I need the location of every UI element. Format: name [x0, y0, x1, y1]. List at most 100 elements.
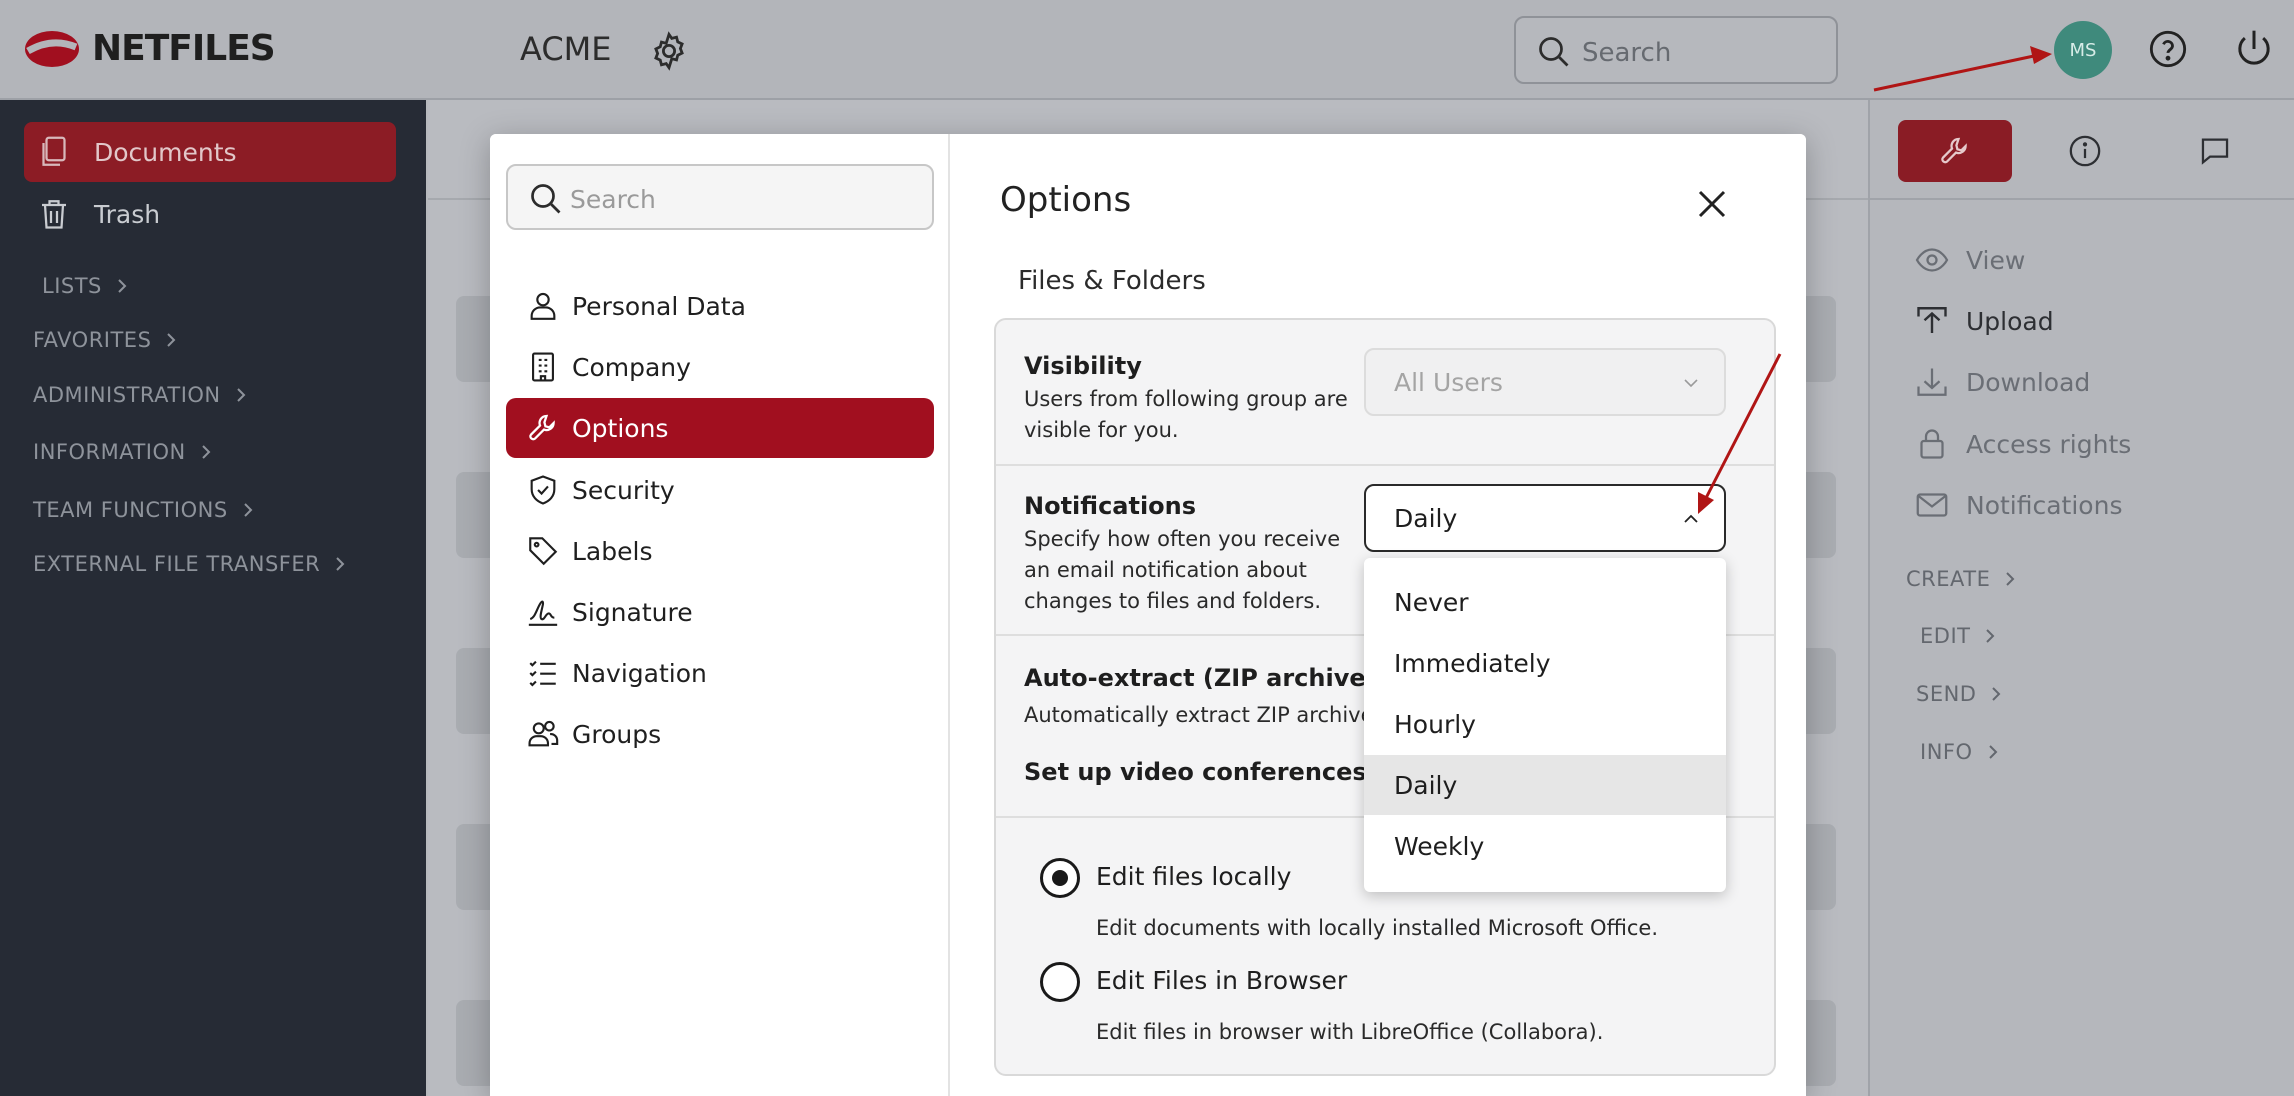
- sidebar-section-information[interactable]: INFORMATION: [33, 440, 212, 464]
- nav-item-labels[interactable]: Labels: [506, 521, 934, 581]
- notifications-select[interactable]: Daily: [1364, 484, 1726, 552]
- option-label: Daily: [1394, 770, 1458, 800]
- help-icon[interactable]: [2148, 29, 2188, 69]
- nav-item-label: Navigation: [572, 658, 707, 688]
- person-icon: [530, 292, 556, 320]
- chevron-right-icon: [2006, 572, 2015, 586]
- chevron-up-icon: [1684, 514, 1698, 523]
- nav-item-groups[interactable]: Groups: [506, 704, 934, 764]
- options-nav: Search Personal Data Company Options Sec…: [490, 134, 950, 1096]
- video-conference-label: Set up video conferences: [1024, 758, 1367, 786]
- action-access-rights[interactable]: Access rights: [1914, 426, 2131, 462]
- options-search-placeholder: Search: [570, 185, 656, 214]
- section-label: LISTS: [42, 274, 102, 298]
- sidebar-item-documents[interactable]: Documents: [24, 122, 396, 182]
- netfiles-logo[interactable]: NETFILES: [24, 28, 276, 69]
- power-icon[interactable]: [2234, 27, 2274, 71]
- tab-tools[interactable]: [1898, 120, 2012, 182]
- action-section-info[interactable]: INFO: [1920, 740, 1999, 764]
- edit-in-browser-radio[interactable]: [1040, 962, 1080, 1002]
- notifications-value: Daily: [1394, 503, 1458, 533]
- workspace-name[interactable]: ACME: [520, 30, 612, 68]
- options-search-input[interactable]: Search: [506, 164, 934, 230]
- edit-locally-radio[interactable]: [1040, 858, 1080, 898]
- sidebar-section-external-file-transfer[interactable]: EXTERNAL FILE TRANSFER: [33, 552, 346, 576]
- option-hourly[interactable]: Hourly: [1364, 694, 1726, 754]
- action-upload[interactable]: Upload: [1914, 303, 2054, 339]
- mail-icon: [1916, 493, 1948, 517]
- option-never[interactable]: Never: [1364, 572, 1726, 632]
- sidebar-section-team-functions[interactable]: TEAM FUNCTIONS: [33, 498, 254, 522]
- upload-icon: [1917, 307, 1947, 333]
- tab-info[interactable]: [2028, 120, 2142, 182]
- action-section-create[interactable]: CREATE: [1906, 567, 2016, 591]
- auto-extract-label: Auto-extract (ZIP archives): [1024, 664, 1391, 692]
- lock-icon: [1920, 429, 1944, 459]
- gear-icon[interactable]: [648, 30, 690, 72]
- option-immediately[interactable]: Immediately: [1364, 633, 1726, 693]
- search-icon: [1539, 37, 1569, 67]
- action-download[interactable]: Download: [1914, 364, 2090, 400]
- option-daily[interactable]: Daily: [1364, 755, 1726, 815]
- nav-item-signature[interactable]: Signature: [506, 582, 934, 642]
- visibility-value: All Users: [1394, 367, 1503, 397]
- divider: [996, 464, 1774, 466]
- action-view[interactable]: View: [1914, 242, 2025, 278]
- edit-in-browser-description: Edit files in browser with LibreOffice (…: [1096, 1020, 1604, 1044]
- sidebar-section-favorites[interactable]: FAVORITES: [33, 328, 177, 352]
- notifications-label: Notifications: [1024, 492, 1197, 520]
- visibility-select: All Users: [1364, 348, 1726, 416]
- option-label: Hourly: [1394, 709, 1476, 739]
- netfiles-logo-icon: [25, 30, 79, 67]
- action-notifications[interactable]: Notifications: [1914, 487, 2122, 523]
- chevron-right-icon: [1986, 629, 1995, 643]
- section-label: ADMINISTRATION: [33, 383, 221, 407]
- comment-icon: [2201, 138, 2229, 165]
- top-search-input[interactable]: Search: [1514, 16, 1838, 84]
- top-bar: NETFILES ACME Search MS: [0, 0, 2294, 100]
- nav-item-label: Company: [572, 352, 691, 382]
- nav-item-personal-data[interactable]: Personal Data: [506, 276, 934, 336]
- section-label: EDIT: [1920, 624, 1971, 648]
- option-weekly[interactable]: Weekly: [1364, 816, 1726, 876]
- signature-icon: [528, 600, 558, 626]
- sidebar-section-lists[interactable]: LISTS: [42, 274, 128, 298]
- tab-comments[interactable]: [2158, 120, 2272, 182]
- search-icon: [531, 184, 561, 214]
- chevron-right-icon: [167, 333, 176, 347]
- chevron-right-icon: [202, 445, 211, 459]
- nav-item-company[interactable]: Company: [506, 337, 934, 397]
- nav-item-options[interactable]: Options: [506, 398, 934, 458]
- download-icon: [1917, 368, 1947, 396]
- nav-item-label: Personal Data: [572, 291, 746, 321]
- visibility-label: Visibility: [1024, 352, 1142, 380]
- sidebar-section-administration[interactable]: ADMINISTRATION: [33, 383, 247, 407]
- edit-locally-description: Edit documents with locally installed Mi…: [1096, 916, 1659, 940]
- action-section-send[interactable]: SEND: [1916, 682, 2002, 706]
- action-section-edit[interactable]: EDIT: [1920, 624, 1996, 648]
- nav-item-label: Signature: [572, 597, 693, 627]
- wrench-icon: [1941, 137, 1967, 164]
- documents-icon: [42, 136, 66, 166]
- notifications-description: Specify how often you receive an email n…: [1024, 527, 1341, 613]
- section-label: INFO: [1920, 740, 1973, 764]
- avatar[interactable]: MS: [2054, 21, 2112, 79]
- action-label: Notifications: [1966, 490, 2123, 520]
- close-icon[interactable]: [1694, 186, 1730, 222]
- eye-icon: [1915, 248, 1949, 272]
- edit-in-browser-label: Edit Files in Browser: [1096, 966, 1348, 995]
- option-label: Never: [1394, 587, 1469, 617]
- nav-item-security[interactable]: Security: [506, 460, 934, 520]
- logo-text: NETFILES: [92, 28, 276, 69]
- nav-item-label: Labels: [572, 536, 653, 566]
- info-icon: [2069, 135, 2101, 167]
- nav-item-navigation[interactable]: Navigation: [506, 643, 934, 703]
- option-label: Weekly: [1394, 831, 1485, 861]
- edit-locally-label: Edit files locally: [1096, 862, 1292, 891]
- section-label: EXTERNAL FILE TRANSFER: [33, 552, 321, 576]
- action-label: View: [1966, 245, 2026, 275]
- action-label: Upload: [1966, 306, 2054, 336]
- section-label: INFORMATION: [33, 440, 186, 464]
- action-label: Download: [1966, 367, 2091, 397]
- sidebar-item-trash[interactable]: Trash: [24, 184, 396, 244]
